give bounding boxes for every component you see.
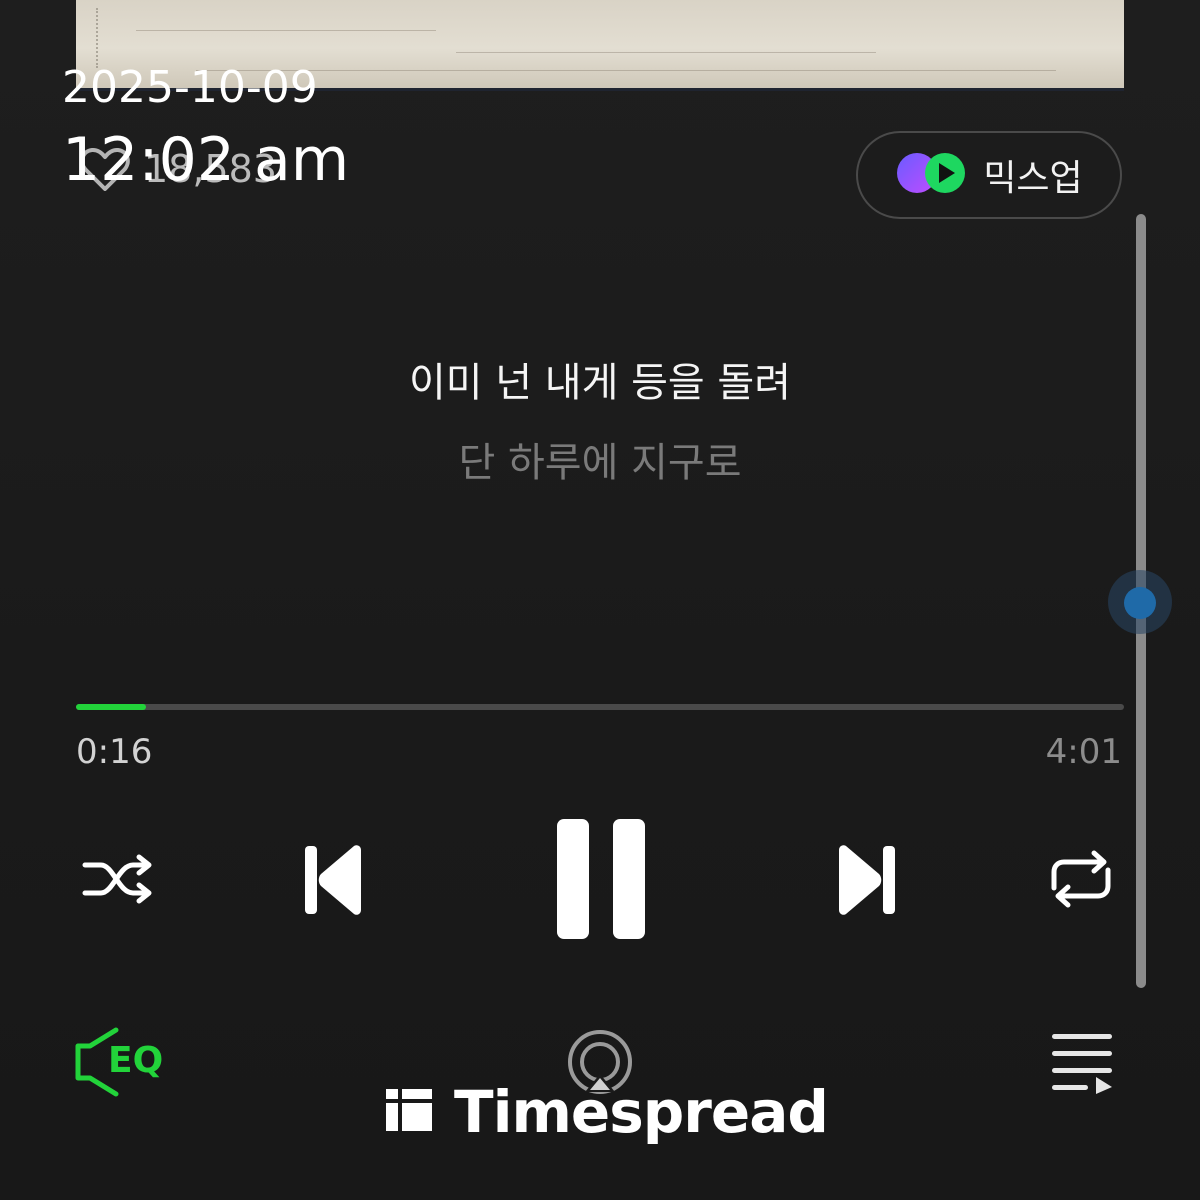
eq-label: EQ [108, 1040, 164, 1081]
overlay-date: 2025-10-09 [62, 62, 318, 113]
scrollbar-thumb[interactable] [1124, 587, 1156, 619]
total-duration: 4:01 [1045, 732, 1122, 772]
mixup-label: 믹스업 [983, 158, 1083, 199]
watermark-text: Timespread [454, 1078, 829, 1146]
mixup-icon [895, 151, 969, 199]
timespread-logo-icon [384, 1085, 434, 1139]
music-player-screen: 18,583 2025-10-09 12:02 am 믹스업 이미 넌 내게 등… [0, 0, 1200, 1200]
pause-button[interactable] [552, 816, 650, 942]
overlay-time: 12:02 am [62, 125, 350, 195]
repeat-button[interactable] [1044, 846, 1118, 912]
elapsed-time: 0:16 [76, 732, 153, 772]
playlist-button[interactable] [1050, 1032, 1114, 1094]
eq-button[interactable]: EQ [74, 1026, 166, 1098]
skip-next-icon [835, 842, 901, 918]
timespread-watermark: Timespread [384, 1078, 829, 1146]
skip-previous-icon [299, 842, 365, 918]
next-track-button[interactable] [832, 838, 904, 922]
shuffle-icon [79, 849, 155, 909]
playlist-icon [1050, 1032, 1114, 1094]
repeat-icon [1046, 848, 1116, 910]
mixup-button[interactable]: 믹스업 [856, 131, 1122, 219]
playback-progress-bar[interactable] [76, 704, 1124, 710]
playback-progress-fill [76, 704, 146, 710]
lyric-current-line[interactable]: 이미 넌 내게 등을 돌려 [0, 356, 1200, 410]
previous-track-button[interactable] [296, 838, 368, 922]
pause-icon [553, 817, 649, 941]
lyric-next-line[interactable]: 단 하루에 지구로 [0, 436, 1200, 490]
shuffle-button[interactable] [76, 846, 158, 912]
